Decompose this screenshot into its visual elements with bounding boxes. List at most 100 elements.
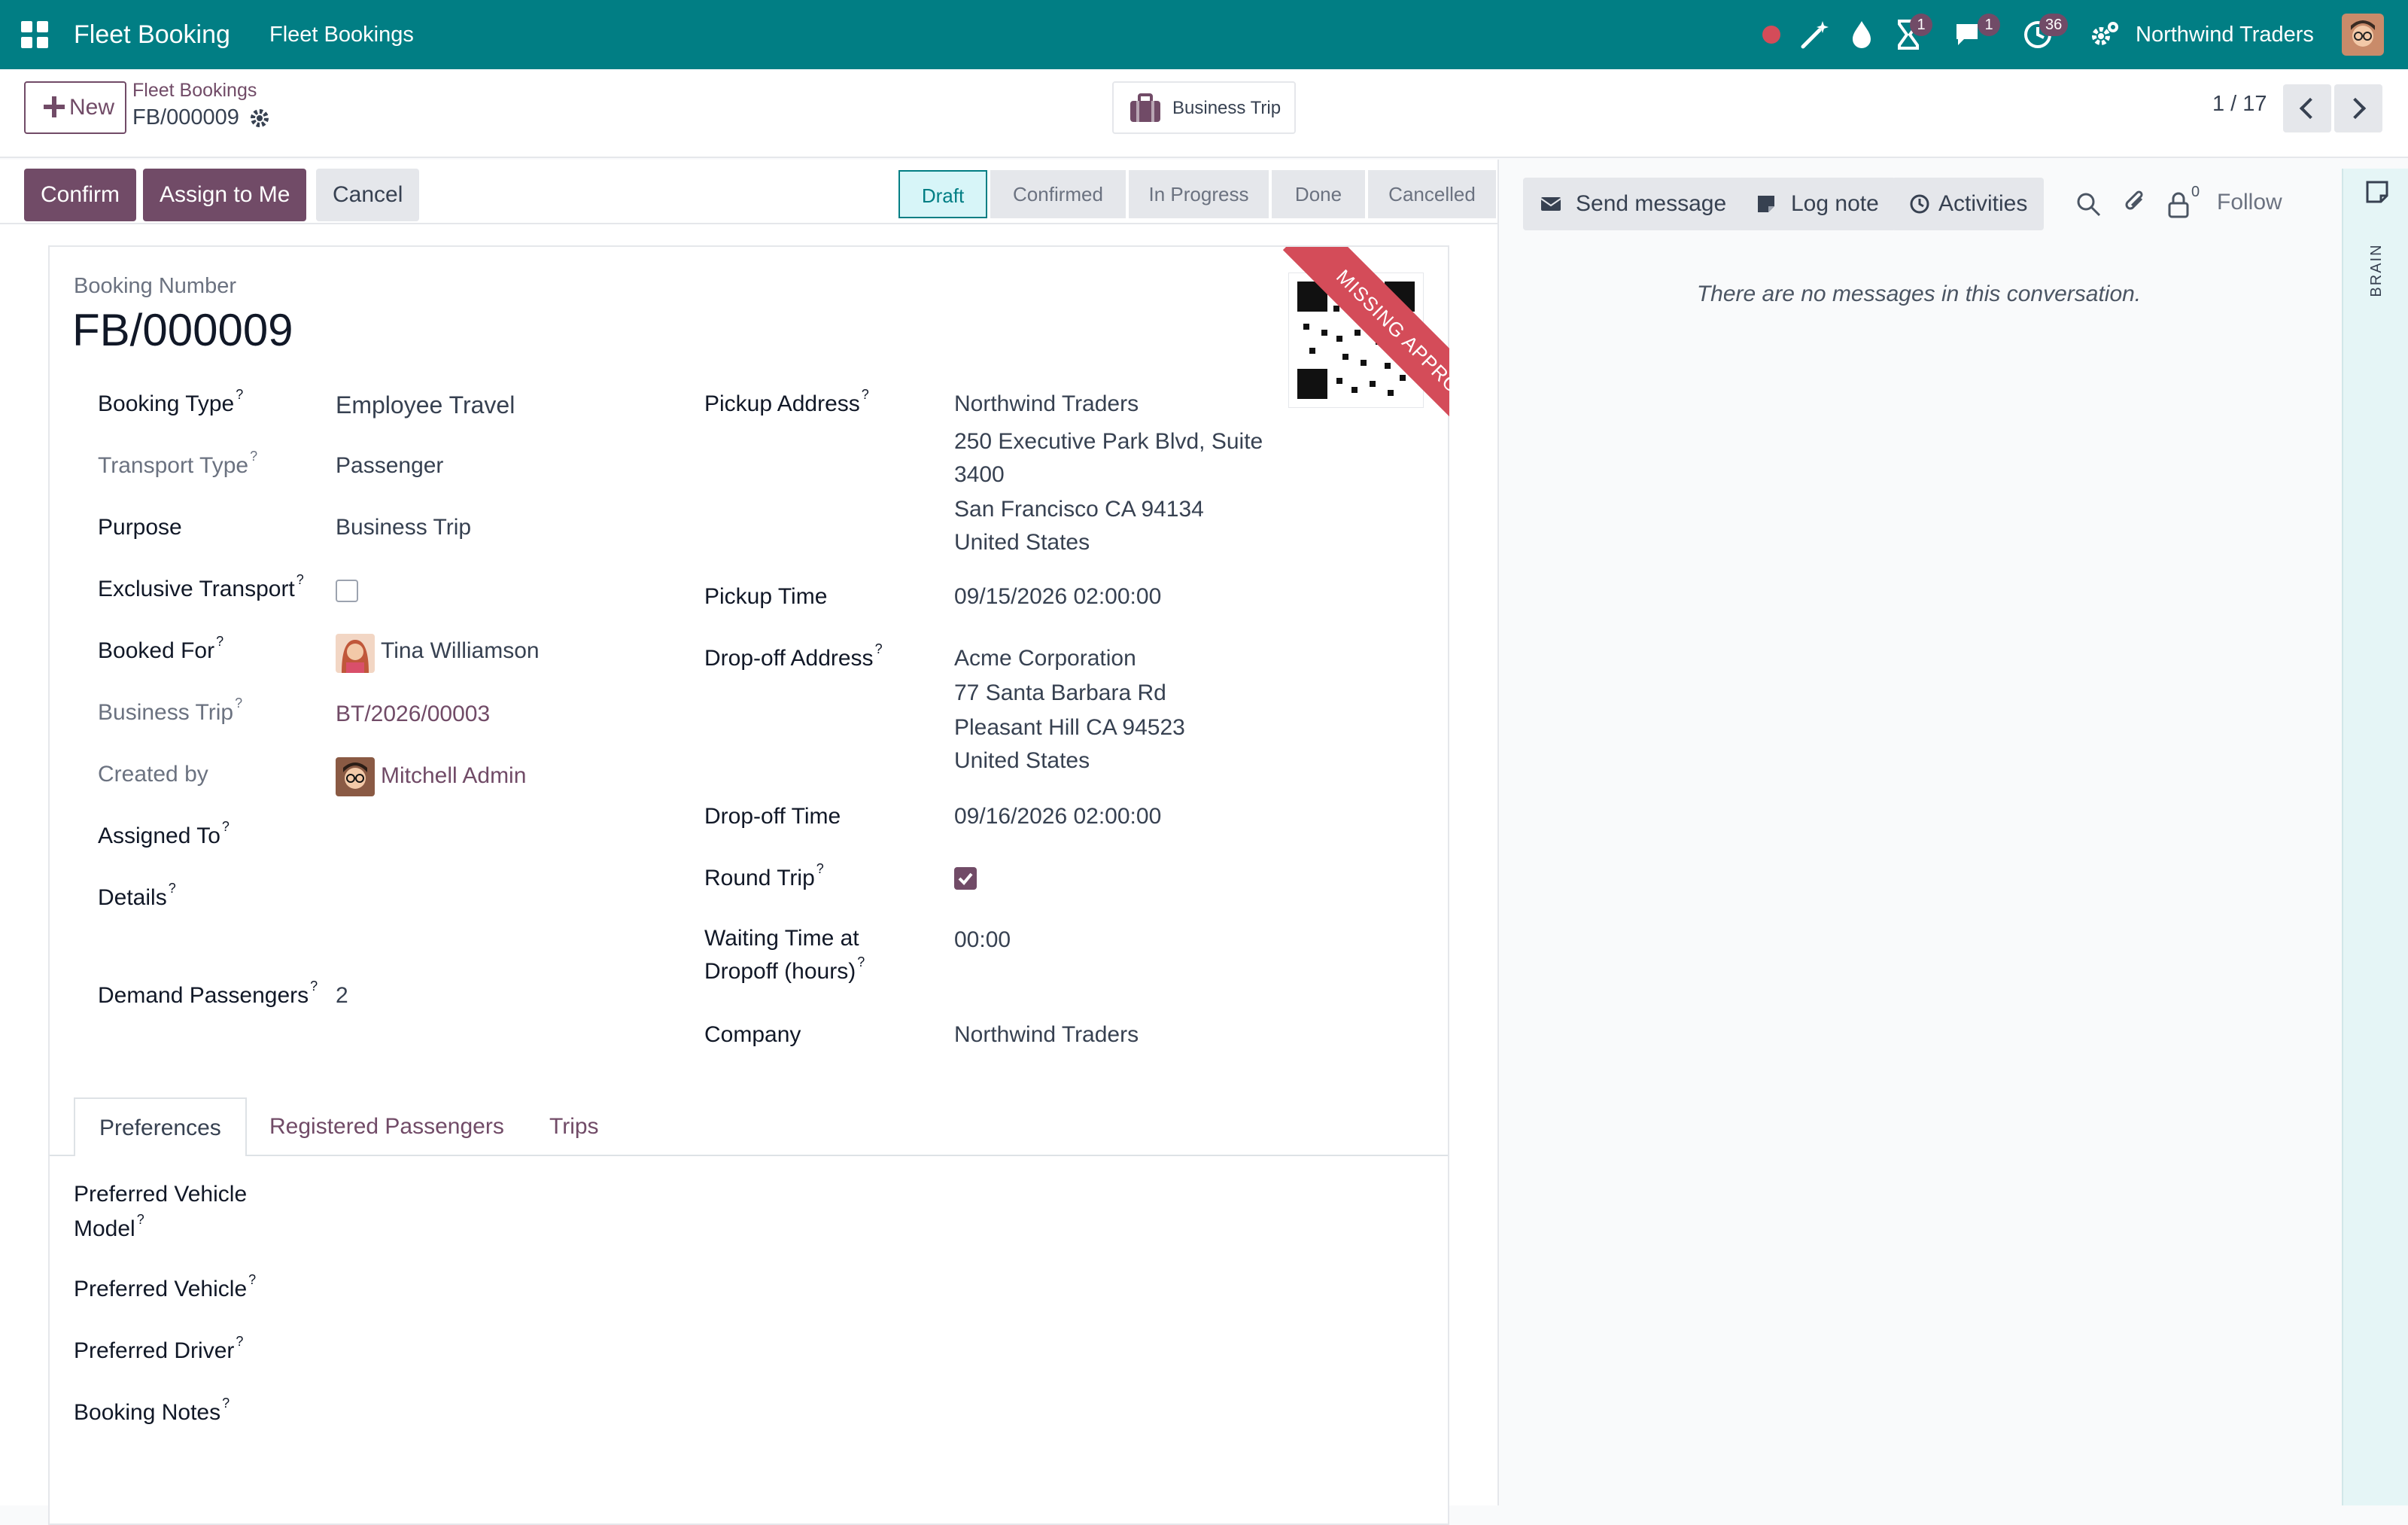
followers-count[interactable]: 0 xyxy=(2191,184,2200,201)
booked-for-label: Booked For? xyxy=(98,634,224,663)
waiting-time-field[interactable]: 00:00 xyxy=(954,927,1011,953)
transport-type-field[interactable]: Passenger xyxy=(336,453,443,479)
follow-button[interactable]: Follow xyxy=(2217,190,2282,215)
dropoff-address-line2: 77 Santa Barbara Rd xyxy=(954,680,1166,705)
preferred-vehicle-label: Preferred Vehicle? xyxy=(74,1272,257,1301)
tab-preferences[interactable]: Preferences xyxy=(74,1097,247,1156)
details-label: Details? xyxy=(98,881,176,910)
checkmark-icon xyxy=(958,872,973,885)
purpose-field[interactable]: Business Trip xyxy=(336,515,471,540)
pickup-time-label: Pickup Time xyxy=(704,584,828,609)
tab-registered-passengers[interactable]: Registered Passengers xyxy=(269,1097,504,1156)
pickup-address-label: Pickup Address? xyxy=(704,387,869,416)
created-by-link[interactable]: Mitchell Admin xyxy=(381,763,526,789)
booking-type-label: Booking Type? xyxy=(98,387,244,416)
cancel-button[interactable]: Cancel xyxy=(316,169,420,221)
pickup-address-line3: 3400 xyxy=(954,462,1005,487)
activities-button[interactable]: Activities xyxy=(1892,178,2045,230)
tina-avatar xyxy=(336,634,375,673)
brain-side-panel[interactable]: BRAIN xyxy=(2342,169,2408,1505)
stage-draft[interactable]: Draft xyxy=(898,170,987,218)
round-trip-label: Round Trip? xyxy=(704,861,824,890)
note-icon xyxy=(1758,196,1774,212)
pager-previous-button[interactable] xyxy=(2283,84,2331,132)
preferred-vehicle-model-label-line1: Preferred Vehicle xyxy=(74,1182,248,1207)
booked-for-field[interactable]: Tina Williamson xyxy=(381,638,540,664)
paperclip-icon[interactable] xyxy=(2121,188,2151,218)
exclusive-transport-checkbox[interactable] xyxy=(336,580,358,602)
pager-next-button[interactable] xyxy=(2334,84,2382,132)
confirm-button[interactable]: Confirm xyxy=(24,169,137,221)
brain-label: BRAIN xyxy=(2368,243,2385,297)
sticky-note-icon[interactable] xyxy=(2364,179,2390,205)
activities-badge: 1 xyxy=(1910,14,1932,36)
menu-fleet-bookings[interactable]: Fleet Bookings xyxy=(269,0,414,69)
record-dot-icon[interactable] xyxy=(1753,17,1789,53)
tab-trips[interactable]: Trips xyxy=(549,1097,599,1156)
stage-confirmed[interactable]: Confirmed xyxy=(990,170,1126,218)
pickup-address-line5: United States xyxy=(954,530,1090,555)
business-trip-label: Business Trip? xyxy=(98,696,243,725)
magic-wand-icon[interactable] xyxy=(1797,17,1833,53)
booking-number-title: FB/000009 xyxy=(72,305,293,355)
send-message-button[interactable]: Send message xyxy=(1523,178,1744,230)
settings-gears-icon[interactable] xyxy=(2086,17,2122,53)
water-drop-icon[interactable] xyxy=(1844,17,1880,53)
preferred-vehicle-model-label-line2: Model? xyxy=(74,1212,144,1241)
app-name[interactable]: Fleet Booking xyxy=(74,0,230,69)
assigned-to-label: Assigned To? xyxy=(98,819,230,848)
booking-type-field[interactable]: Employee Travel xyxy=(336,391,515,419)
round-trip-checkbox[interactable] xyxy=(954,867,977,890)
stage-done[interactable]: Done xyxy=(1272,170,1365,218)
dropoff-time-field[interactable]: 09/16/2026 02:00:00 xyxy=(954,804,1161,829)
stage-cancelled[interactable]: Cancelled xyxy=(1368,170,1496,218)
messages-badge: 1 xyxy=(1978,14,2000,36)
booking-number-label: Booking Number xyxy=(74,274,236,298)
waiting-time-label-line2: Dropoff (hours)? xyxy=(704,954,865,984)
pager-value[interactable]: 1 / 17 xyxy=(2212,92,2267,117)
user-avatar[interactable] xyxy=(2342,14,2384,56)
exclusive-transport-label: Exclusive Transport? xyxy=(98,572,304,601)
tabs-border xyxy=(50,1155,1448,1156)
statusbar-divider xyxy=(0,223,1497,224)
dropoff-time-label: Drop-off Time xyxy=(704,804,841,829)
company-field[interactable]: Northwind Traders xyxy=(954,1022,1139,1048)
clock-badge: 36 xyxy=(2039,14,2069,36)
plus-icon xyxy=(41,93,68,120)
chatter-empty-message: There are no messages in this conversati… xyxy=(1696,282,2142,306)
apps-menu-icon[interactable] xyxy=(21,21,48,48)
search-icon[interactable] xyxy=(2074,190,2104,220)
preferred-driver-label: Preferred Driver? xyxy=(74,1334,244,1363)
waiting-time-label-line1: Waiting Time at xyxy=(704,926,859,951)
smart-button-label: Business Trip xyxy=(1172,98,1282,118)
pickup-address-line1[interactable]: Northwind Traders xyxy=(954,391,1139,417)
company-switcher[interactable]: Northwind Traders xyxy=(2136,0,2314,69)
chevron-right-icon xyxy=(2344,97,2367,120)
demand-passengers-field[interactable]: 2 xyxy=(336,983,348,1009)
stage-in-progress[interactable]: In Progress xyxy=(1129,170,1269,218)
lock-icon[interactable] xyxy=(2166,190,2191,220)
business-trip-smart-button[interactable]: Business Trip xyxy=(1112,81,1296,134)
log-note-button[interactable]: Log note xyxy=(1738,178,1896,230)
booking-notes-label: Booking Notes? xyxy=(74,1396,230,1425)
assign-to-me-button[interactable]: Assign to Me xyxy=(143,169,307,221)
breadcrumb-fleet-bookings[interactable]: Fleet Bookings xyxy=(132,80,257,102)
dropoff-address-line1[interactable]: Acme Corporation xyxy=(954,646,1136,671)
dropoff-address-line3: Pleasant Hill CA 94523 xyxy=(954,715,1185,740)
missing-approval-ribbon: MISSING APPROVAL xyxy=(1282,247,1449,473)
envelope-icon xyxy=(1540,197,1561,211)
created-by-label: Created by xyxy=(98,762,208,787)
breadcrumb-record-name: FB/000009 xyxy=(132,105,239,129)
gear-icon[interactable] xyxy=(248,107,271,129)
business-trip-link[interactable]: BT/2026/00003 xyxy=(336,702,490,727)
assigned-to-field[interactable] xyxy=(336,823,652,854)
mitchell-avatar xyxy=(336,757,375,796)
dropoff-address-line4: United States xyxy=(954,748,1090,773)
purpose-label: Purpose xyxy=(98,515,182,540)
new-button[interactable]: New xyxy=(24,81,126,134)
pickup-time-field[interactable]: 09/15/2026 02:00:00 xyxy=(954,584,1161,610)
clock-icon xyxy=(1910,194,1929,214)
company-label: Company xyxy=(704,1022,801,1047)
details-field[interactable] xyxy=(336,885,652,953)
suitcase-icon xyxy=(1130,93,1160,122)
